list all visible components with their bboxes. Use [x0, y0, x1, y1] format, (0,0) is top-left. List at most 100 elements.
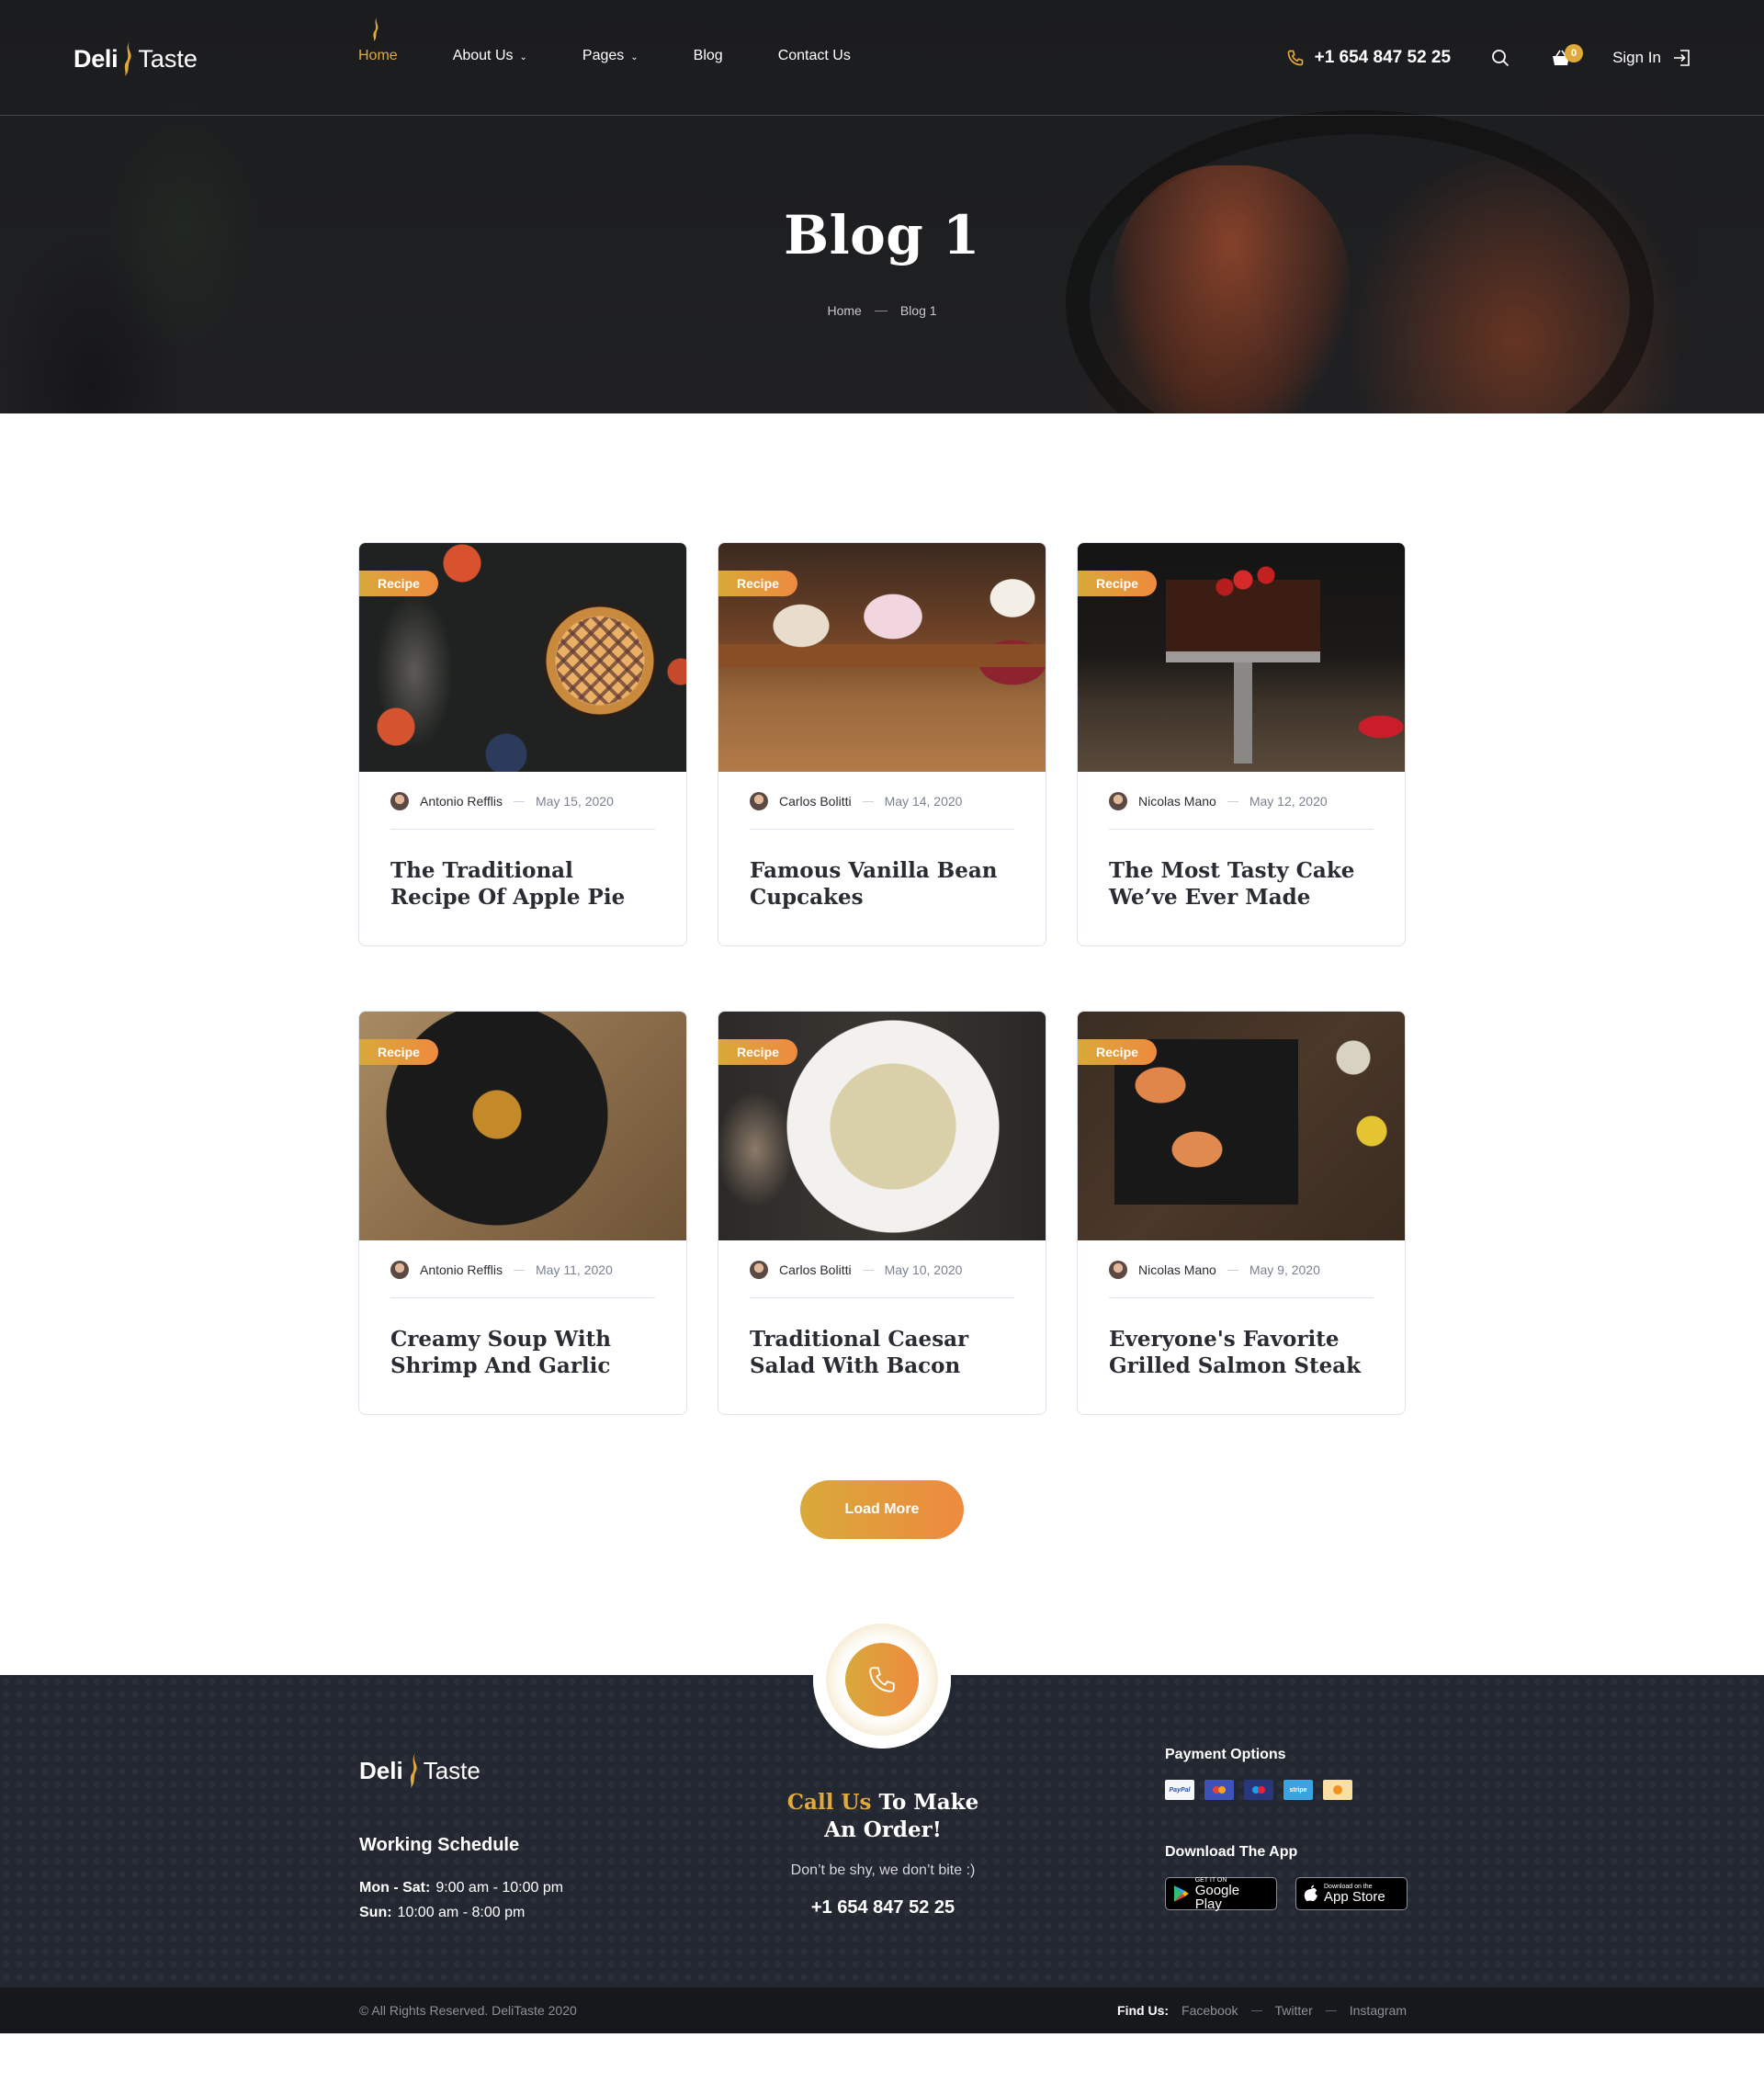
blog-card[interactable]: Recipe Nicolas Mano May 9, 2020 Everyone…: [1077, 1011, 1406, 1415]
post-author[interactable]: Antonio Refflis: [420, 1262, 503, 1277]
breadcrumb-home-link[interactable]: Home: [827, 303, 861, 318]
sign-in-label: Sign In: [1612, 49, 1661, 66]
instagram-link[interactable]: Instagram: [1350, 2003, 1407, 2018]
pie-lattice: [556, 617, 644, 705]
logo-text-deli: Deli: [359, 1756, 403, 1784]
post-image-caesar-salad[interactable]: Recipe: [718, 1012, 1046, 1240]
category-tag[interactable]: Recipe: [1078, 1039, 1157, 1065]
post-title[interactable]: Everyone's Favorite Grilled Salmon Steak: [1109, 1326, 1374, 1379]
category-tag[interactable]: Recipe: [718, 1039, 797, 1065]
category-tag[interactable]: Recipe: [718, 571, 797, 596]
post-title[interactable]: Traditional Caesar Salad With Bacon: [750, 1326, 1014, 1379]
blog-card[interactable]: Recipe Antonio Refflis May 15, 2020 The …: [358, 542, 687, 946]
category-tag[interactable]: Recipe: [1078, 571, 1157, 596]
blog-section: Recipe Antonio Refflis May 15, 2020 The …: [0, 413, 1764, 1539]
flame-icon: [125, 41, 132, 76]
post-image-apple-pie[interactable]: Recipe: [359, 543, 686, 772]
nav-item-about-us[interactable]: About Us ⌄: [453, 48, 527, 64]
post-author[interactable]: Nicolas Mano: [1138, 794, 1216, 809]
store-big-text: App Store: [1324, 1889, 1385, 1905]
social-separator: [1325, 2009, 1337, 2011]
cart-button[interactable]: 0: [1552, 44, 1584, 66]
post-date: May 12, 2020: [1249, 794, 1328, 809]
working-schedule-title: Working Schedule: [359, 1835, 520, 1855]
find-us-label: Find Us:: [1117, 2003, 1170, 2018]
blog-card[interactable]: Recipe Carlos Bolitti May 14, 2020 Famou…: [718, 542, 1046, 946]
footer-main: Deli Taste Working Schedule Mon - Sat: 9:…: [0, 1611, 1764, 1987]
search-button[interactable]: [1491, 49, 1510, 67]
load-more-button[interactable]: Load More: [800, 1480, 964, 1539]
maestro-icon[interactable]: [1244, 1780, 1273, 1800]
post-author[interactable]: Carlos Bolitti: [779, 794, 852, 809]
top-navbar: Deli Taste Home About Us ⌄ Pages ⌄ Blog …: [0, 0, 1764, 116]
blog-card[interactable]: Recipe Antonio Refflis May 11, 2020 Crea…: [358, 1011, 687, 1415]
post-author[interactable]: Antonio Refflis: [420, 794, 503, 809]
nav-label: About Us: [452, 48, 514, 63]
author-avatar: [750, 1261, 768, 1279]
meta-separator: [514, 800, 526, 802]
schedule-row: Sun: 10:00 am - 8:00 pm: [359, 1900, 563, 1925]
meta-separator: [514, 1269, 526, 1271]
footer-logo[interactable]: Deli Taste: [359, 1752, 481, 1789]
sign-in-button[interactable]: Sign In: [1612, 49, 1690, 67]
nav-label: Pages: [582, 48, 625, 63]
footer: Deli Taste Working Schedule Mon - Sat: 9:…: [0, 1611, 1764, 2033]
nav-item-blog[interactable]: Blog: [694, 48, 723, 64]
footer-call-to-action: Call Us To Make An Order! Don’t be shy, …: [708, 1789, 1057, 1919]
facebook-link[interactable]: Facebook: [1182, 2003, 1238, 2018]
cta-accent: Call Us: [786, 1790, 872, 1815]
nav-item-contact-us[interactable]: Contact Us: [778, 48, 851, 64]
breadcrumb: Home Blog 1: [0, 303, 1764, 318]
post-image-cupcakes[interactable]: Recipe: [718, 543, 1046, 772]
post-title[interactable]: Creamy Soup With Shrimp And Garlic: [390, 1326, 655, 1379]
mastercard-icon[interactable]: [1204, 1780, 1234, 1800]
author-avatar: [1109, 1261, 1127, 1279]
logo[interactable]: Deli Taste: [74, 40, 198, 77]
blog-card[interactable]: Recipe Carlos Bolitti May 10, 2020 Tradi…: [718, 1011, 1046, 1415]
post-author[interactable]: Carlos Bolitti: [779, 1262, 852, 1277]
logo-text-taste: Taste: [423, 1756, 481, 1784]
post-title[interactable]: The Most Tasty Cake We’ve Ever Made: [1109, 857, 1374, 911]
post-title[interactable]: Famous Vanilla Bean Cupcakes: [750, 857, 1014, 911]
category-tag[interactable]: Recipe: [359, 571, 438, 596]
author-avatar: [390, 1261, 409, 1279]
nav-item-home[interactable]: Home: [358, 17, 398, 64]
post-author[interactable]: Nicolas Mano: [1138, 1262, 1216, 1277]
schedule-hours: 9:00 am - 10:00 pm: [435, 1880, 564, 1896]
working-schedule: Mon - Sat: 9:00 am - 10:00 pm Sun: 10:00 a…: [359, 1875, 563, 1925]
payment-options: PayPal stripe: [1165, 1780, 1408, 1800]
header-phone-link[interactable]: +1 654 847 52 25: [1286, 48, 1451, 68]
app-store-button[interactable]: Download on the App Store: [1295, 1877, 1408, 1910]
post-image-shrimp-soup[interactable]: Recipe: [359, 1012, 686, 1240]
header-phone-number: +1 654 847 52 25: [1314, 48, 1452, 67]
stripe-icon[interactable]: stripe: [1283, 1780, 1313, 1800]
author-avatar: [1109, 792, 1127, 810]
hero-background-lobster: [1112, 165, 1351, 413]
twitter-link[interactable]: Twitter: [1275, 2003, 1313, 2018]
call-button-inner: [845, 1643, 919, 1716]
logo-text-deli: Deli: [74, 44, 119, 73]
author-avatar: [750, 792, 768, 810]
cta-subtext: Don’t be shy, we don’t bite :): [790, 1862, 976, 1878]
post-date: May 9, 2020: [1249, 1262, 1320, 1277]
paypal-icon[interactable]: PayPal: [1165, 1780, 1194, 1800]
google-play-button[interactable]: GET IT ON Google Play: [1165, 1877, 1277, 1911]
cart-count-badge: 0: [1565, 44, 1584, 62]
payment-options-title: Payment Options: [1165, 1747, 1286, 1762]
post-image-salmon-steak[interactable]: Recipe: [1078, 1012, 1405, 1240]
footer-phone-number[interactable]: +1 654 847 52 25: [708, 1897, 1057, 1919]
meta-separator: [862, 800, 874, 802]
breadcrumb-current: Blog 1: [899, 303, 937, 318]
bitcoin-icon[interactable]: [1323, 1780, 1352, 1800]
hero-section: Deli Taste Home About Us ⌄ Pages ⌄ Blog …: [0, 0, 1764, 413]
schedule-days: Sun:: [359, 1905, 392, 1920]
nav-item-pages[interactable]: Pages ⌄: [582, 48, 639, 64]
logo-text-taste: Taste: [138, 44, 198, 73]
call-button[interactable]: [813, 1611, 951, 1749]
blog-card[interactable]: Recipe Nicolas Mano May 12, 2020 The Mos…: [1077, 542, 1406, 946]
category-tag[interactable]: Recipe: [359, 1039, 438, 1065]
active-flame-icon: [373, 17, 379, 41]
post-image-chocolate-cake[interactable]: Recipe: [1078, 543, 1405, 772]
post-date: May 11, 2020: [536, 1262, 613, 1277]
post-title[interactable]: The Traditional Recipe Of Apple Pie: [390, 857, 655, 911]
